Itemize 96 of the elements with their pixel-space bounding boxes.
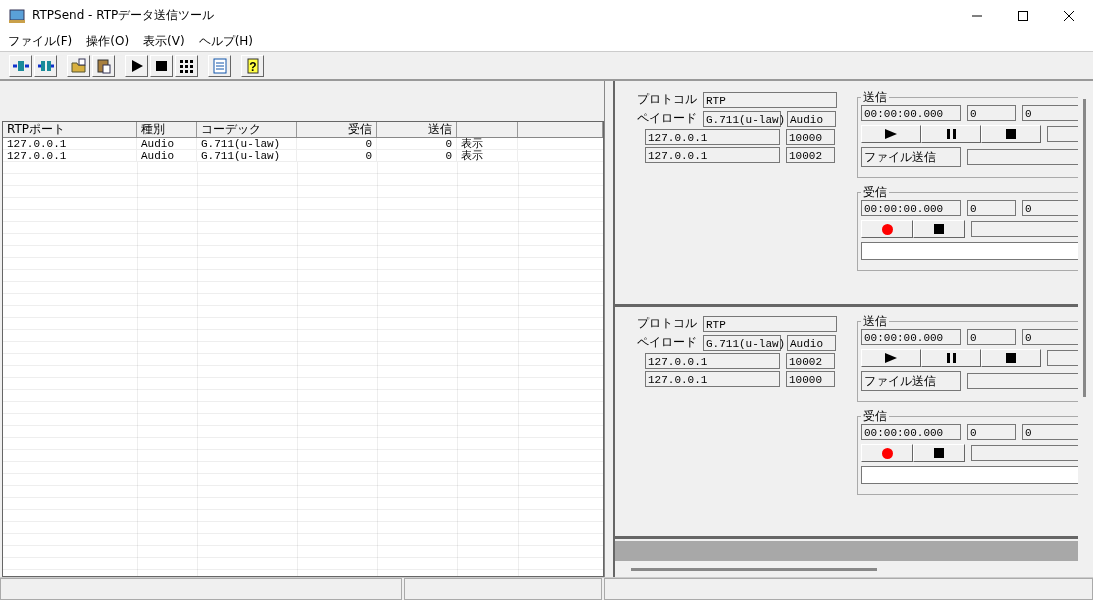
count-field[interactable]: 0: [1022, 329, 1078, 345]
file-send-button[interactable]: ファイル送信: [861, 371, 961, 391]
count-field[interactable]: 0: [1022, 200, 1078, 216]
count-field[interactable]: 0: [967, 105, 1016, 121]
protocol-field[interactable]: RTP: [703, 315, 837, 332]
group-title: 送信: [862, 91, 888, 103]
list-icon: [211, 57, 228, 74]
field-label: ペイロード: [636, 110, 697, 127]
time-field[interactable]: 00:00:00.000: [861, 200, 961, 216]
stop-button[interactable]: [913, 220, 965, 238]
address-field[interactable]: 127.0.0.1: [645, 371, 780, 387]
stop-icon: [1006, 129, 1016, 139]
input-field[interactable]: [861, 466, 1078, 484]
toolbar-clipboard-button[interactable]: [92, 54, 115, 77]
app-icon: [9, 8, 25, 23]
maximize-icon[interactable]: [1018, 10, 1028, 21]
field-label: プロトコル: [636, 91, 697, 108]
menu-item[interactable]: ファイル(F): [8, 32, 73, 50]
column-header[interactable]: コーデック: [197, 122, 297, 137]
pause-button[interactable]: [921, 125, 981, 143]
grid-icon: [178, 57, 195, 74]
field-label: ペイロード: [636, 334, 697, 351]
address-field[interactable]: 127.0.0.1: [645, 129, 780, 145]
close-icon[interactable]: [1064, 10, 1074, 21]
time-field[interactable]: 00:00:00.000: [861, 329, 961, 345]
menu-item[interactable]: 操作(O): [86, 32, 130, 50]
count-field[interactable]: 0: [1022, 424, 1078, 440]
table-cell: Audio: [137, 150, 197, 161]
toolbar-folder-button[interactable]: [67, 54, 90, 77]
show-link[interactable]: 表示: [457, 138, 518, 149]
time-field[interactable]: 00:00:00.000: [861, 105, 961, 121]
address-field[interactable]: 127.0.0.1: [645, 353, 780, 369]
media-field[interactable]: Audio: [787, 334, 836, 351]
table-cell: Audio: [137, 138, 197, 149]
group-title: 受信: [862, 410, 888, 422]
record-icon: [881, 223, 893, 235]
table-cell: 0: [377, 150, 457, 161]
table-cell: 0: [297, 138, 377, 149]
pause-button[interactable]: [921, 349, 981, 367]
port-field[interactable]: 10002: [786, 353, 835, 369]
record-button[interactable]: [861, 444, 913, 462]
group-title: 受信: [862, 186, 888, 198]
show-link[interactable]: 表示: [457, 150, 518, 161]
port-field[interactable]: 10000: [786, 129, 835, 145]
toolbar-stop-button[interactable]: [150, 54, 173, 77]
stop-icon: [934, 448, 944, 458]
count-field[interactable]: 0: [1022, 105, 1078, 121]
pause-icon: [946, 353, 956, 363]
play-button[interactable]: [861, 125, 921, 143]
media-field[interactable]: Audio: [787, 110, 836, 127]
file-send-button[interactable]: ファイル送信: [861, 147, 961, 167]
protocol-field[interactable]: RTP: [703, 91, 837, 108]
input-field[interactable]: [967, 373, 1078, 389]
toolbar-split-button[interactable]: [9, 54, 32, 77]
port-field[interactable]: 10000: [786, 371, 835, 387]
group-title: 送信: [862, 315, 888, 327]
port-field[interactable]: 10002: [786, 147, 835, 163]
table-cell: G.711(u-law): [197, 138, 297, 149]
count-field[interactable]: 0: [967, 424, 1016, 440]
table-cell: 0: [297, 150, 377, 161]
window-title: RTPSend - RTPデータ送信ツール: [32, 7, 215, 24]
stop-icon: [1006, 353, 1016, 363]
record-icon: [881, 447, 893, 459]
play-button[interactable]: [861, 349, 921, 367]
stop-button[interactable]: [913, 444, 965, 462]
input-field[interactable]: [967, 149, 1078, 165]
count-field[interactable]: 0: [967, 329, 1016, 345]
address-field[interactable]: 127.0.0.1: [645, 147, 780, 163]
clipboard-icon: [95, 57, 112, 74]
stop-button[interactable]: [981, 349, 1041, 367]
menu-item[interactable]: 表示(V): [143, 32, 185, 50]
toolbar-play-button[interactable]: [125, 54, 148, 77]
table-cell: 0: [377, 138, 457, 149]
column-header[interactable]: RTPポート: [3, 122, 137, 137]
field-label: プロトコル: [636, 315, 697, 332]
folder-icon: [70, 57, 87, 74]
play-icon: [885, 129, 897, 139]
menu-item[interactable]: ヘルプ(H): [198, 32, 254, 50]
input-field[interactable]: [861, 242, 1078, 260]
toolbar-grid-button[interactable]: [175, 54, 198, 77]
stop-icon: [934, 224, 944, 234]
record-button[interactable]: [861, 220, 913, 238]
column-header[interactable]: 送信: [377, 122, 457, 137]
column-header[interactable]: 種別: [137, 122, 197, 137]
pause-icon: [946, 129, 956, 139]
table-cell: 127.0.0.1: [3, 150, 137, 161]
scrollbar-thumb[interactable]: [1083, 99, 1086, 397]
table-cell: 127.0.0.1: [3, 138, 137, 149]
play-icon: [885, 353, 897, 363]
time-field[interactable]: 00:00:00.000: [861, 424, 961, 440]
toolbar-join-button[interactable]: [34, 54, 57, 77]
count-field[interactable]: 0: [967, 200, 1016, 216]
table-cell: G.711(u-law): [197, 150, 297, 161]
stop-button[interactable]: [981, 125, 1041, 143]
column-header[interactable]: 受信: [297, 122, 377, 137]
toolbar-list-button[interactable]: [208, 54, 231, 77]
